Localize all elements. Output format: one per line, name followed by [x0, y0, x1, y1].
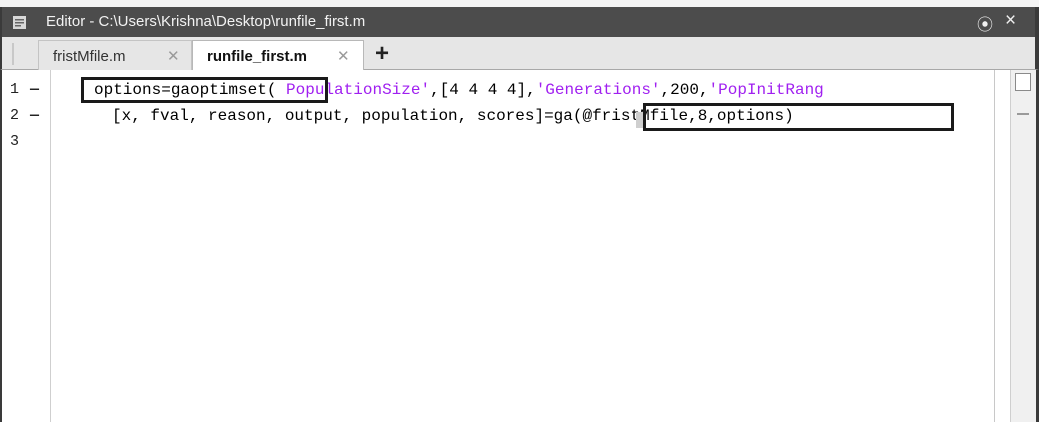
line-number: 2: [10, 107, 20, 124]
tab-fristmfile[interactable]: fristMfile.m ✕: [38, 40, 192, 70]
tab-bar: fristMfile.m ✕ runfile_first.m ✕ +: [0, 37, 1039, 70]
tab-label: fristMfile.m: [53, 48, 126, 65]
scrollbar-marker: [1017, 113, 1029, 115]
code-text: ,200,: [660, 81, 709, 99]
line-breakpoint-marker[interactable]: —: [30, 81, 39, 98]
line-number: 3: [10, 133, 20, 150]
tab-runfile-first[interactable]: runfile_first.m ✕: [192, 40, 364, 70]
tab-label: runfile_first.m: [207, 48, 308, 65]
highlight-box-gaoptimset: [81, 77, 328, 103]
scrollbar-thumb[interactable]: [1015, 73, 1031, 91]
top-strip: [0, 0, 1039, 7]
code-text: [x, fval, reason, output, population, sc…: [112, 107, 554, 125]
line-number: 1: [10, 81, 20, 98]
tab-close-icon[interactable]: ✕: [337, 47, 350, 65]
right-text-margin-line: [994, 70, 995, 422]
window-close-icon[interactable]: ×: [1005, 10, 1016, 32]
code-text: ,[4 4 4 4],: [430, 81, 536, 99]
editor-titlebar: Editor - C:\Users\Krishna\Desktop\runfil…: [0, 7, 1039, 37]
string-literal: 'PopInitRang: [708, 81, 824, 99]
add-tab-button[interactable]: +: [366, 41, 398, 69]
editor-document-icon: [13, 16, 26, 29]
string-literal: 'Generations': [535, 81, 661, 99]
line-breakpoint-marker[interactable]: —: [30, 107, 39, 124]
window-title: Editor - C:\Users\Krishna\Desktop\runfil…: [46, 13, 366, 30]
tab-close-icon[interactable]: ✕: [167, 47, 180, 65]
line-number-gutter: 1 — 2 — 3: [2, 70, 51, 422]
window-menu-icon[interactable]: ⦿: [977, 11, 993, 35]
vertical-scrollbar[interactable]: [1010, 70, 1036, 422]
highlight-box-ga-call: [643, 103, 954, 131]
tab-bar-grip: [12, 43, 14, 65]
code-editor[interactable]: 1 — 2 — 3 options=gaoptimset( Population…: [0, 70, 1039, 422]
